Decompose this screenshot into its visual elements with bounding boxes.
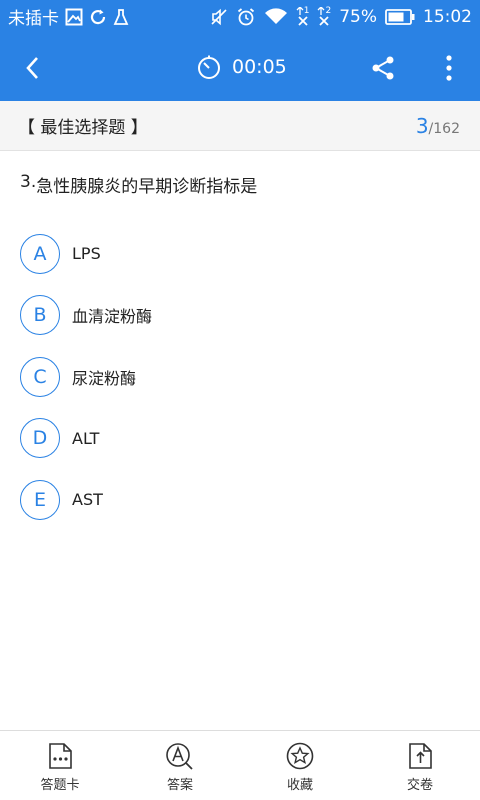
mute-icon — [210, 8, 228, 26]
question-stem: 3. 急性胰腺炎的早期诊断指标是 — [20, 172, 460, 197]
timer-value: 00:05 — [232, 56, 287, 78]
option-text: 尿淀粉酶 — [72, 368, 137, 388]
app-bar: 00:05 — [0, 33, 480, 101]
answer-button[interactable]: 答案 — [120, 731, 240, 800]
question-type-label: 【 最佳选择题 】 — [18, 118, 148, 138]
timer: 00:05 — [196, 51, 287, 83]
sim1-signal-icon: 1 — [296, 6, 310, 26]
option-letter: E — [20, 479, 60, 520]
favorite-star-icon — [286, 742, 314, 770]
answer-icon — [166, 743, 193, 770]
option-text: ALT — [72, 428, 100, 448]
option-letter: B — [20, 295, 60, 336]
option-d[interactable]: D ALT — [20, 408, 460, 470]
wifi-icon — [264, 7, 288, 26]
favorite-button[interactable]: 收藏 — [240, 731, 360, 800]
clock: 15:02 — [423, 6, 472, 27]
option-letter: C — [20, 356, 60, 397]
tab-label: 收藏 — [286, 778, 313, 793]
current-question-number: 3 — [415, 113, 429, 138]
sim1-number: 1 — [303, 6, 310, 16]
option-text: LPS — [72, 244, 101, 264]
battery-icon — [385, 8, 415, 25]
option-letter: A — [20, 233, 60, 274]
more-button[interactable] — [432, 51, 466, 85]
answer-sheet-button[interactable]: 答题卡 — [0, 731, 120, 800]
option-text: AST — [72, 490, 103, 510]
question-number: 3. — [20, 172, 37, 192]
option-a[interactable]: A LPS — [20, 223, 460, 285]
sim2-signal-icon: 2 — [317, 7, 331, 26]
option-e[interactable]: E AST — [20, 469, 460, 531]
option-letter: D — [20, 418, 60, 459]
question-text: 急性胰腺炎的早期诊断指标是 — [36, 177, 258, 197]
answer-sheet-icon — [49, 743, 72, 769]
more-icon — [446, 55, 452, 81]
option-text: 血清淀粉酶 — [72, 307, 153, 327]
sim2-number: 2 — [325, 6, 332, 16]
carrier-label: 未插卡 — [8, 9, 59, 29]
sync-icon — [89, 8, 107, 26]
alarm-icon — [236, 7, 256, 27]
tab-label: 答题卡 — [40, 778, 80, 793]
timer-icon — [198, 55, 220, 79]
bottom-toolbar: 答题卡 答案 收藏 交卷 — [0, 730, 480, 800]
question-type-bar: 【 最佳选择题 】 3 / 162 — [0, 101, 480, 151]
submit-button[interactable]: 交卷 — [360, 731, 480, 800]
option-c[interactable]: C 尿淀粉酶 — [20, 346, 460, 408]
image-icon — [65, 8, 83, 26]
submit-icon — [409, 743, 432, 769]
share-icon — [372, 56, 394, 80]
tab-label: 交卷 — [406, 778, 433, 793]
status-bar: 未插卡 1 2 75% 15:02 — [0, 0, 480, 33]
battery-percent: 75% — [339, 6, 377, 27]
question-progress: 3 / 162 — [416, 114, 460, 138]
option-b[interactable]: B 血清淀粉酶 — [20, 285, 460, 347]
cleaner-icon — [113, 8, 129, 26]
answer-options: A LPS B 血清淀粉酶 C 尿淀粉酶 D ALT E AST — [20, 223, 460, 531]
back-icon — [26, 57, 38, 79]
share-button[interactable] — [366, 51, 400, 85]
tab-label: 答案 — [166, 778, 193, 793]
back-button[interactable] — [16, 51, 50, 85]
total-question-count: 162 — [433, 120, 460, 137]
